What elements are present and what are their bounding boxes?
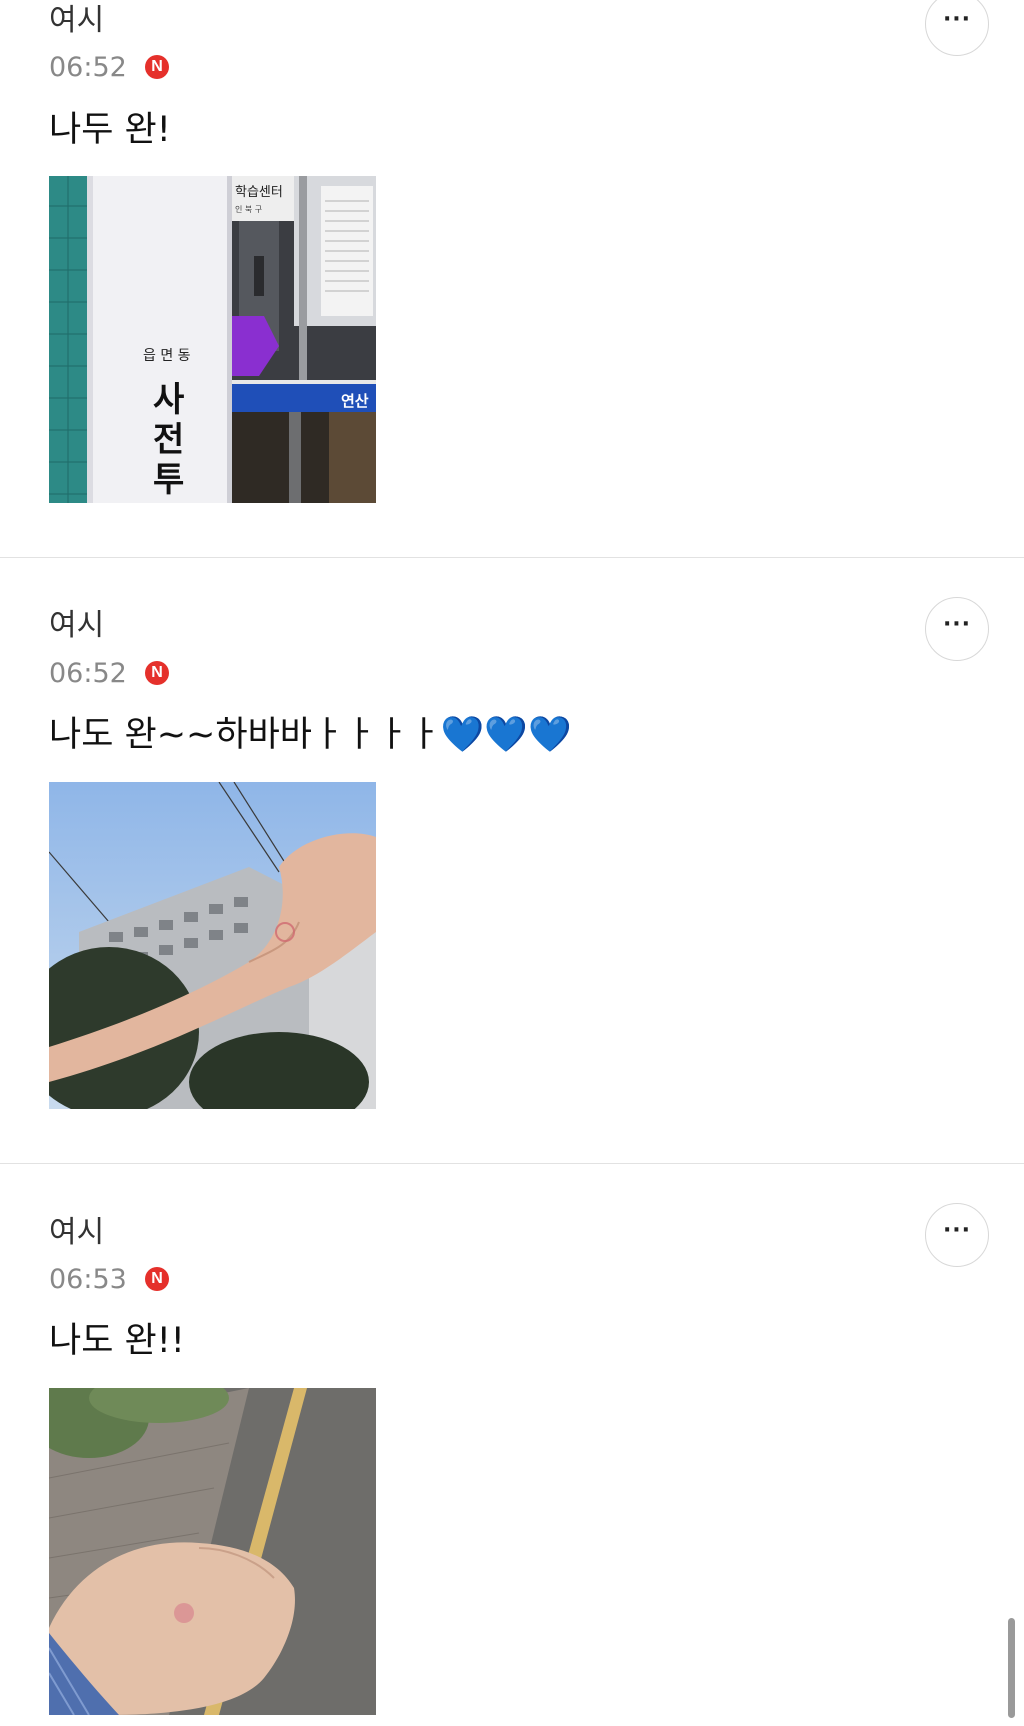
more-options-button[interactable]: ··· bbox=[925, 0, 989, 56]
post-message: 나도 완!! bbox=[49, 1324, 185, 1359]
door-sign-sub: 인 북 구 bbox=[235, 204, 262, 214]
polling-station-photo: 읍 면 동 사 전 투 학습센터 인 북 구 연산 bbox=[49, 176, 376, 503]
more-options-button[interactable]: ··· bbox=[925, 1203, 989, 1267]
message-text: 나도 완!! bbox=[49, 1321, 185, 1361]
hand-stamp-street-photo bbox=[49, 1388, 376, 1715]
author-name: 여시 bbox=[49, 3, 105, 38]
author-name: 여시 bbox=[49, 608, 105, 643]
post-time: 06:53 bbox=[49, 1264, 127, 1295]
post-divider bbox=[0, 557, 1024, 558]
author-name: 여시 bbox=[49, 1215, 105, 1250]
scrollbar[interactable] bbox=[1008, 1618, 1015, 1718]
new-badge: N bbox=[145, 661, 169, 685]
more-options-button[interactable]: ··· bbox=[925, 597, 989, 661]
hand-stamp-sky-photo bbox=[49, 782, 376, 1109]
more-icon: ··· bbox=[942, 7, 972, 32]
sign-char-2: 전 bbox=[153, 420, 184, 460]
door-sign-text: 학습센터 bbox=[235, 185, 283, 200]
post-photo[interactable] bbox=[49, 782, 376, 1109]
message-text: 나두 완! bbox=[49, 110, 171, 150]
post-photo[interactable]: 읍 면 동 사 전 투 학습센터 인 북 구 연산 bbox=[49, 176, 376, 503]
more-icon: ··· bbox=[942, 612, 972, 637]
message-text: 나도 완~~하바바ㅏㅏㅏㅏ bbox=[49, 715, 441, 755]
new-badge: N bbox=[145, 55, 169, 79]
post-message: 나도 완~~하바바ㅏㅏㅏㅏ💙💙💙 bbox=[49, 718, 572, 753]
sign-top-text: 읍 면 동 bbox=[143, 348, 191, 364]
post-photo[interactable] bbox=[49, 1388, 376, 1715]
sign-char-1: 사 bbox=[153, 380, 184, 420]
post-time: 06:52 bbox=[49, 658, 127, 689]
post-message: 나두 완! bbox=[49, 113, 171, 148]
more-icon: ··· bbox=[942, 1218, 972, 1243]
sign-char-3: 투 bbox=[153, 460, 184, 500]
blue-heart-icons: 💙💙💙 bbox=[440, 715, 572, 755]
post-time: 06:52 bbox=[49, 52, 127, 83]
post-divider bbox=[0, 1163, 1024, 1164]
stripe-text: 연산 bbox=[341, 392, 369, 410]
new-badge: N bbox=[145, 1267, 169, 1291]
